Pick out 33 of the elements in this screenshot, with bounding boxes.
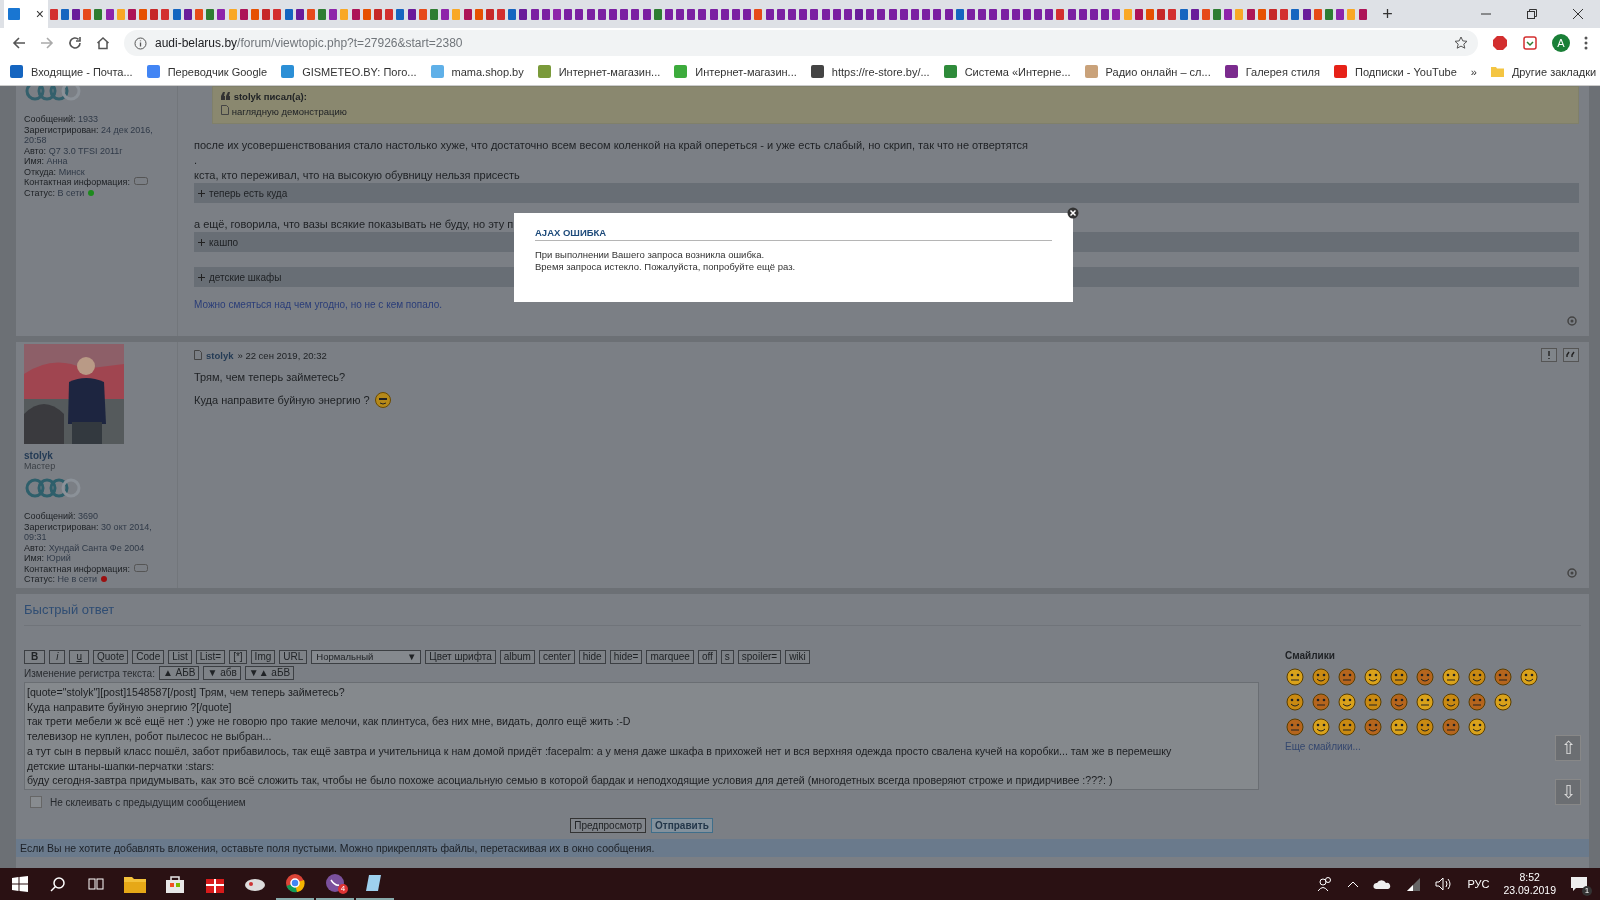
contact-label: Контактная информация: [24, 177, 130, 188]
attachments-note: Если Вы не хотите добавлять вложения, оставьте поля пустыми. Можно прикреплять файлы, перетаскивая их в окно сообщения. [16, 839, 1589, 857]
status-text: Статус: Не в сети [24, 574, 98, 585]
notification-badge: 4 [338, 884, 348, 894]
post-text: . [194, 153, 199, 168]
post-text: а ещё, говорила, что вазы всякие показывать не буду, но эту п [194, 217, 515, 232]
status-text: Статус: В сети [24, 187, 85, 198]
profile-stat: Имя: Юрий [24, 553, 72, 564]
smilies-title: Смайлики [1285, 650, 1336, 661]
post-text: кста, кто переживал, что на высокую обувницу нельзя присесть [194, 168, 521, 183]
post-date: » 22 сен 2019, 20:32 [237, 349, 327, 361]
profile-stat: Сообщений: 3690 [24, 511, 100, 522]
post-text: Трям, чем теперь займетесь? [194, 370, 347, 385]
profile-stat: Зарегистрирован: 24 дек 2016, 20:58 [24, 124, 154, 146]
contact-label: Контактная информация: [24, 563, 130, 574]
post-text: после их усовершенствования стало настолько хуже, что достаточно всем весом коленкой на край опереться - и уже есть слабый, но скрип, так что не отвертятся [194, 138, 1030, 153]
dialog-message: Время запроса истекло. Пожалуйста, попробуйте ещё раз. [535, 260, 797, 272]
dialog-title: AJAX ОШИБКА [535, 227, 1052, 241]
profile-stat: Имя: Анна [24, 156, 69, 167]
post-text: Куда направите буйную энергию ? [194, 393, 370, 408]
user-rank: Мастер [24, 461, 57, 471]
checkbox-label: Не склеивать с предыдущим сообщением [50, 796, 246, 808]
case-label: Изменение регистра текста: [24, 667, 155, 679]
profile-stat: Авто: Хундай Санта Фе 2004 [24, 542, 146, 553]
signature-text: Можно смеяться над чем угодно, но не с кем попало. [194, 299, 444, 310]
profile-stat: Откуда: Минск [24, 166, 86, 177]
quote-text: наглядную демонстрацию [221, 105, 1570, 117]
dialog-message: При выполнении Вашего запроса возникла ошибка. [535, 249, 766, 261]
section-title: Быстрый ответ [24, 594, 1581, 626]
quote-author: stolyk писал(а): [221, 91, 1570, 102]
profile-stat: Зарегистрирован: 30 окт 2014, 09:31 [24, 521, 153, 543]
profile-stat: Авто: Q7 3.0 TFSI 2011г [24, 145, 124, 156]
profile-stat: Сообщений: 1933 [24, 114, 100, 125]
